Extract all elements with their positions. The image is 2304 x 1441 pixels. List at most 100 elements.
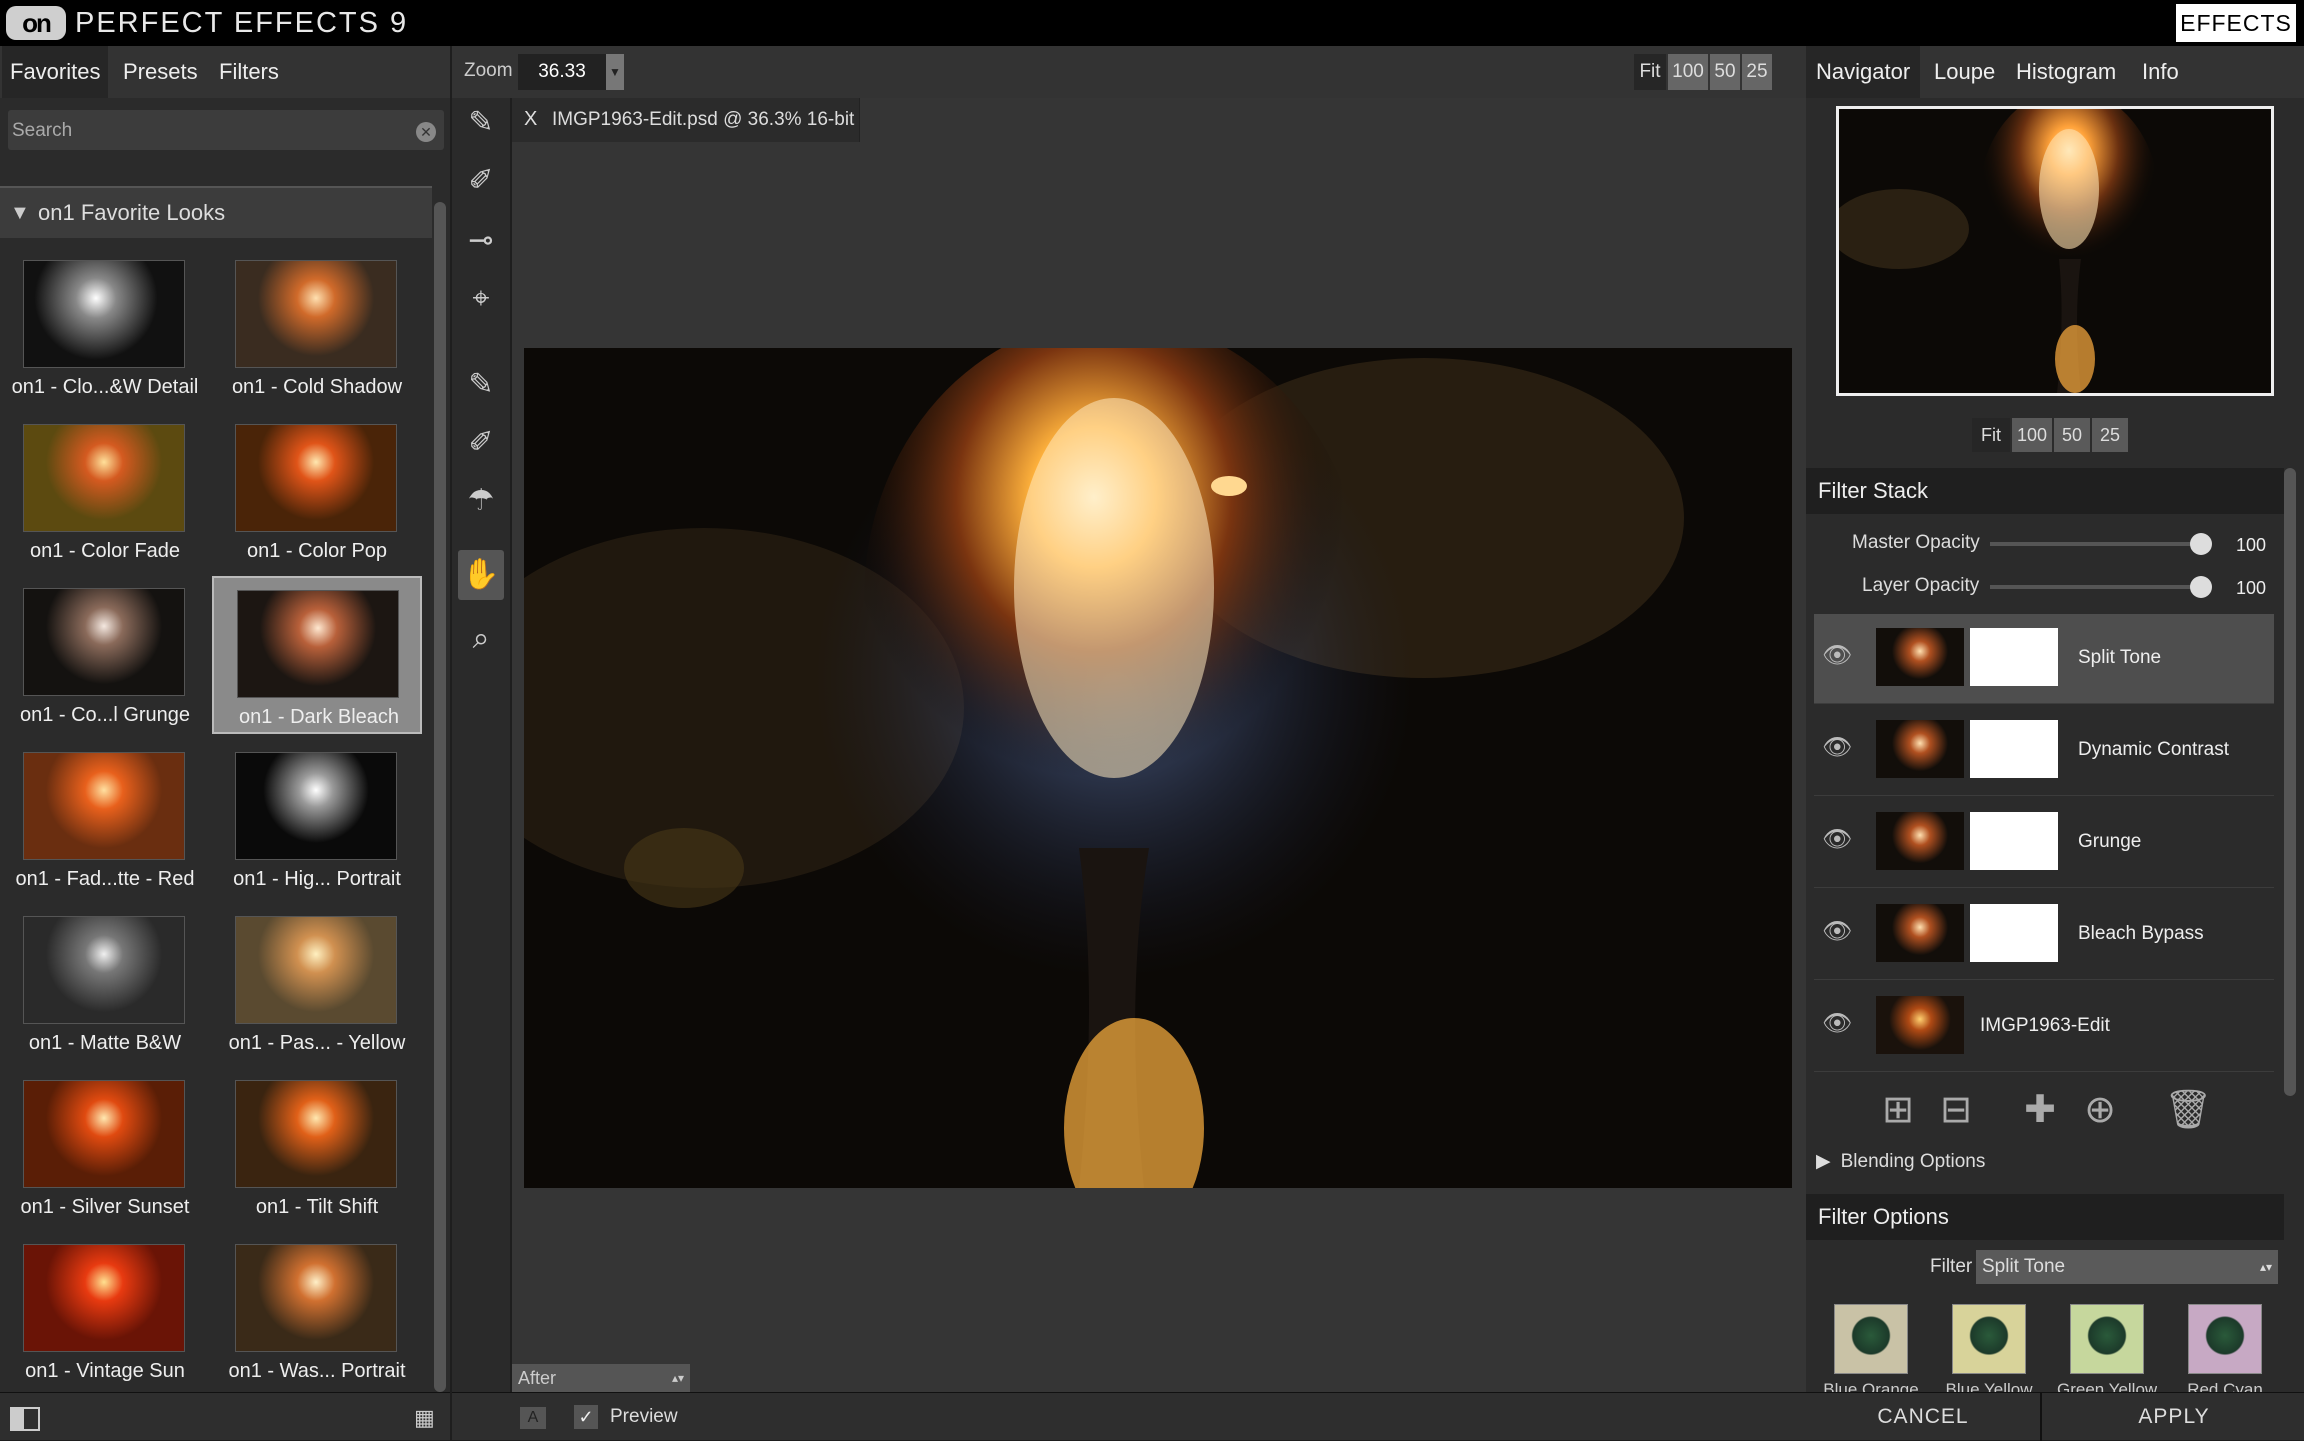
gradient-icon[interactable]: ⊸: [458, 216, 504, 266]
add-brush-layer-icon[interactable]: ✚: [2018, 1088, 2062, 1132]
add-mask-icon[interactable]: ⊕: [2078, 1088, 2122, 1132]
split-tone-swatch[interactable]: [2070, 1304, 2144, 1374]
preset-label: on1 - Pas... - Yellow: [228, 1032, 406, 1054]
favorites-group-header[interactable]: ▼ on1 Favorite Looks: [0, 186, 432, 238]
nav-zoom-25-button[interactable]: 25: [2092, 418, 2128, 452]
preset-item[interactable]: on1 - Was... Portrait: [212, 1232, 422, 1390]
effects-button[interactable]: EFFECTS: [2176, 4, 2296, 42]
add-filter-icon[interactable]: ⊞: [1876, 1088, 1920, 1132]
left-scrollbar[interactable]: [434, 202, 446, 1392]
base-layer[interactable]: 👁 IMGP1963-Edit: [1814, 982, 2274, 1072]
split-tone-swatch[interactable]: [1952, 1304, 2026, 1374]
preset-item[interactable]: on1 - Co...l Grunge: [0, 576, 210, 734]
preset-label: on1 - Was... Portrait: [228, 1360, 406, 1382]
masking-bug-icon[interactable]: ✐: [458, 156, 504, 206]
tab-favorites[interactable]: Favorites: [2, 46, 109, 98]
preset-item[interactable]: on1 - Color Pop: [212, 412, 422, 570]
tab-histogram[interactable]: Histogram: [2006, 46, 2126, 98]
retouch-icon[interactable]: ⌖: [458, 274, 504, 324]
tab-loupe[interactable]: Loupe: [1924, 46, 2005, 98]
cancel-button[interactable]: CANCEL: [1806, 1393, 2042, 1441]
layer-mask[interactable]: [1970, 720, 2058, 778]
layer-opacity-knob[interactable]: [2190, 576, 2212, 598]
filter-layer[interactable]: 👁 Grunge: [1814, 798, 2274, 888]
grid-view-icon[interactable]: ▦: [414, 1405, 435, 1431]
zoom-tool-icon[interactable]: ⌕: [458, 614, 504, 664]
preset-item[interactable]: on1 - Vintage Sun: [0, 1232, 210, 1390]
nav-zoom-fit-button[interactable]: Fit: [1972, 418, 2010, 452]
preset-item[interactable]: on1 - Color Fade: [0, 412, 210, 570]
preset-item[interactable]: on1 - Cold Shadow: [212, 248, 422, 406]
preset-item[interactable]: on1 - Fad...tte - Red: [0, 740, 210, 898]
nav-zoom-100-button[interactable]: 100: [2012, 418, 2052, 452]
master-opacity-knob[interactable]: [2190, 533, 2212, 555]
preset-item[interactable]: on1 - Hig... Portrait: [212, 740, 422, 898]
tab-navigator[interactable]: Navigator: [1806, 46, 1921, 98]
delete-icon[interactable]: 🗑: [2164, 1088, 2212, 1132]
visibility-eye-icon[interactable]: 👁: [1822, 644, 1856, 668]
document-tab[interactable]: X IMGP1963-Edit.psd @ 36.3% 16-bit: [512, 98, 860, 142]
view-mode-value: After: [518, 1368, 557, 1388]
remove-filter-icon[interactable]: ⊟: [1934, 1088, 1978, 1132]
document-title: IMGP1963-Edit.psd @ 36.3% 16-bit: [552, 109, 855, 130]
layer-mask[interactable]: [1970, 628, 2058, 686]
filter-layer[interactable]: 👁 Dynamic Contrast: [1814, 706, 2274, 796]
zoom-100-button[interactable]: 100: [1668, 54, 1708, 90]
preset-item[interactable]: on1 - Matte B&W: [0, 904, 210, 1062]
close-document-icon[interactable]: X: [524, 108, 537, 131]
hand-tool-icon[interactable]: ✋: [458, 550, 504, 600]
filter-options-header[interactable]: Filter Options: [1806, 1194, 2284, 1240]
layer-thumbnail: [1876, 904, 1964, 962]
clear-search-icon[interactable]: ✕: [416, 122, 436, 142]
filter-stack-header[interactable]: Filter Stack: [1806, 468, 2284, 514]
view-mode-select[interactable]: After ▴▾: [512, 1364, 690, 1392]
preset-thumbnail: [23, 752, 185, 860]
preset-thumbnail: [23, 424, 185, 532]
preset-item[interactable]: on1 - Dark Bleach: [212, 576, 422, 734]
split-view-icon[interactable]: [10, 1407, 40, 1431]
navigator-preview[interactable]: [1836, 106, 2274, 396]
preview-checkbox[interactable]: ✓: [574, 1405, 598, 1429]
apply-button[interactable]: APPLY: [2044, 1393, 2304, 1441]
preset-item[interactable]: on1 - Clo...&W Detail: [0, 248, 210, 406]
preset-label: on1 - Color Fade: [29, 540, 181, 562]
split-tone-swatch[interactable]: [2188, 1304, 2262, 1374]
visibility-eye-icon[interactable]: 👁: [1822, 920, 1856, 944]
main-photo[interactable]: [524, 348, 1792, 1188]
compare-toggle[interactable]: A: [520, 1407, 546, 1429]
layer-thumbnail: [1876, 812, 1964, 870]
preset-item[interactable]: on1 - Pas... - Yellow: [212, 904, 422, 1062]
split-tone-swatch[interactable]: [1834, 1304, 1908, 1374]
zoom-dropdown-icon[interactable]: ▼: [606, 54, 624, 90]
filter-layer[interactable]: 👁 Bleach Bypass: [1814, 890, 2274, 980]
visibility-eye-icon[interactable]: 👁: [1822, 1012, 1856, 1036]
visibility-eye-icon[interactable]: 👁: [1822, 828, 1856, 852]
blur-icon[interactable]: ☂: [458, 476, 504, 526]
zoom-input[interactable]: 36.33: [518, 54, 606, 90]
filter-layer[interactable]: 👁 Split Tone: [1814, 614, 2274, 704]
tab-presets[interactable]: Presets: [115, 46, 206, 98]
layer-mask[interactable]: [1970, 812, 2058, 870]
preset-item[interactable]: on1 - Silver Sunset: [0, 1068, 210, 1226]
layer-thumbnail: [1876, 996, 1964, 1054]
collapse-triangle-icon[interactable]: ▼: [10, 202, 30, 225]
master-opacity-slider[interactable]: [1990, 542, 2204, 546]
layer-mask[interactable]: [1970, 904, 2058, 962]
refine-brush-icon[interactable]: ✎: [458, 360, 504, 410]
chisel-icon[interactable]: ✐: [458, 418, 504, 468]
search-input[interactable]: Search ✕: [8, 110, 444, 150]
zoom-fit-button[interactable]: Fit: [1634, 54, 1666, 90]
preset-item[interactable]: on1 - Tilt Shift: [212, 1068, 422, 1226]
masking-brush-icon[interactable]: ✎: [458, 98, 504, 148]
zoom-25-button[interactable]: 25: [1742, 54, 1772, 90]
nav-zoom-50-button[interactable]: 50: [2054, 418, 2090, 452]
filter-select[interactable]: Split Tone ▴▾: [1976, 1250, 2278, 1284]
preset-label: on1 - Silver Sunset: [20, 1196, 190, 1218]
visibility-eye-icon[interactable]: 👁: [1822, 736, 1856, 760]
tab-filters[interactable]: Filters: [211, 46, 287, 98]
tab-info[interactable]: Info: [2132, 46, 2189, 98]
layer-opacity-slider[interactable]: [1990, 585, 2204, 589]
blending-options-toggle[interactable]: ▶ Blending Options: [1816, 1150, 1985, 1173]
zoom-50-button[interactable]: 50: [1710, 54, 1740, 90]
right-scrollbar[interactable]: [2284, 468, 2296, 1096]
